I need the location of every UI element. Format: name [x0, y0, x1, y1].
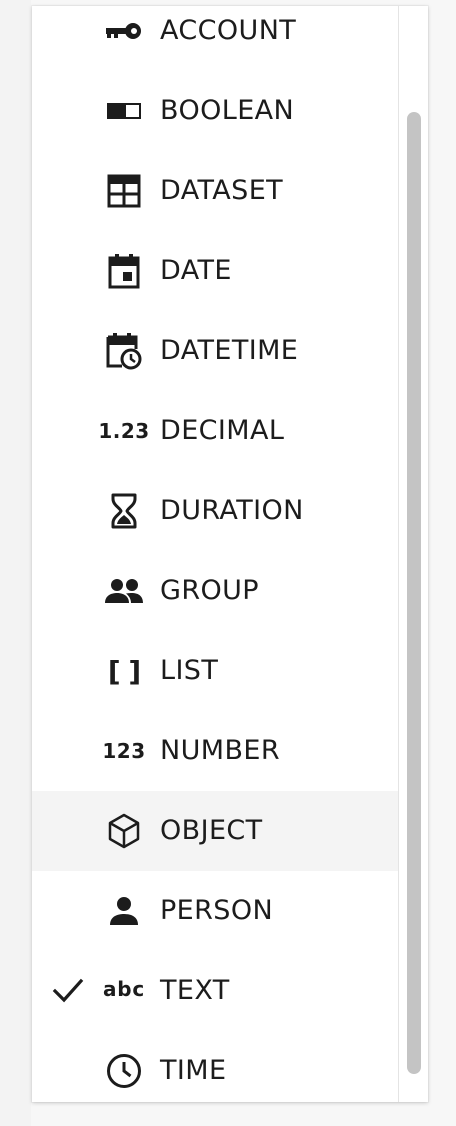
page: ACCOUNT BOOLEAN DATASET DATE DATETIME 1.23 DEC… [0, 0, 456, 1126]
menu-item-dataset[interactable]: DATASET [32, 151, 398, 231]
checkmark-icon [50, 973, 86, 1009]
decimal-glyph: 1.23 [98, 419, 150, 443]
menu-item-text[interactable]: abc TEXT [32, 951, 398, 1031]
menu-item-label: DURATION [160, 495, 304, 526]
abc-glyph: abc [102, 977, 146, 1001]
scrollbar-thumb[interactable] [407, 112, 421, 1074]
hourglass-icon [104, 491, 144, 531]
key-icon [104, 11, 144, 51]
clock-icon [104, 1051, 144, 1091]
menu-item-datetime[interactable]: DATETIME [32, 311, 398, 391]
number-icon: 123 [102, 731, 146, 771]
menu-item-number[interactable]: 123 NUMBER [32, 711, 398, 791]
calendar-clock-icon [104, 331, 144, 371]
type-dropdown-menu: ACCOUNT BOOLEAN DATASET DATE DATETIME 1.23 DEC… [32, 6, 428, 1102]
menu-item-label: TIME [160, 1055, 227, 1086]
menu-item-label: DATASET [160, 175, 284, 206]
abc-icon: abc [102, 971, 146, 1011]
menu-item-label: BOOLEAN [160, 95, 295, 126]
menu-item-label: DATETIME [160, 335, 299, 366]
menu-item-label: TEXT [160, 975, 230, 1006]
menu-item-boolean[interactable]: BOOLEAN [32, 71, 398, 151]
menu-item-time[interactable]: TIME [32, 1031, 398, 1102]
group-icon [104, 571, 144, 611]
menu-item-label: ACCOUNT [160, 15, 297, 46]
menu-item-label: DECIMAL [160, 415, 285, 446]
toggle-icon [104, 91, 144, 131]
menu-item-person[interactable]: PERSON [32, 871, 398, 951]
menu-item-decimal[interactable]: 1.23 DECIMAL [32, 391, 398, 471]
menu-item-duration[interactable]: DURATION [32, 471, 398, 551]
scrollbar-track[interactable] [398, 6, 428, 1102]
menu-item-label: DATE [160, 255, 232, 286]
decimal-icon: 1.23 [98, 411, 149, 451]
menu-item-group[interactable]: GROUP [32, 551, 398, 631]
menu-item-label: LIST [160, 655, 219, 686]
menu-item-object[interactable]: OBJECT [32, 791, 398, 871]
menu-item-label: OBJECT [160, 815, 263, 846]
menu-item-label: PERSON [160, 895, 274, 926]
menu-item-label: NUMBER [160, 735, 280, 766]
menu-item-date[interactable]: DATE [32, 231, 398, 311]
menu-item-label: GROUP [160, 575, 259, 606]
number-glyph: 123 [102, 739, 146, 763]
brackets-icon: [ ] [104, 651, 144, 691]
person-icon [104, 891, 144, 931]
brackets-glyph: [ ] [107, 654, 141, 688]
table-icon [104, 171, 144, 211]
menu-item-list[interactable]: [ ] LIST [32, 631, 398, 711]
calendar-icon [104, 251, 144, 291]
cube-icon [104, 811, 144, 851]
menu-item-account[interactable]: ACCOUNT [32, 6, 398, 71]
